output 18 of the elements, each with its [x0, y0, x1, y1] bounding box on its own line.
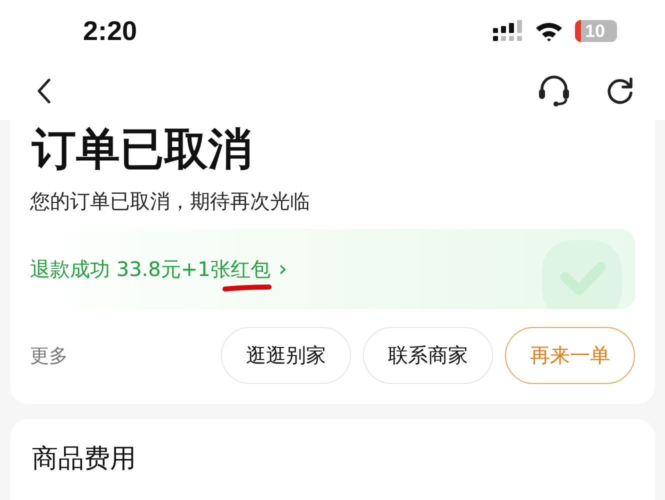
headset-icon[interactable]: [537, 75, 571, 107]
order-status-title: 订单已取消: [30, 123, 253, 177]
battery-icon: 10: [575, 20, 617, 42]
refund-text: 退款成功 33.8元+1张红包: [30, 256, 270, 280]
wifi-icon: [535, 20, 563, 42]
action-button[interactable]: 逛逛别家: [221, 327, 351, 384]
refresh-icon[interactable]: [605, 76, 635, 106]
refund-banner[interactable]: 退款成功 33.8元+1张红包 ›: [30, 229, 635, 309]
signal-icon: [493, 20, 523, 42]
order-status-message: 您的订单已取消，期待再次光临: [30, 188, 311, 215]
section-title: 商品费用: [32, 443, 137, 476]
annotation-underline: [222, 284, 272, 292]
back-icon[interactable]: [36, 78, 52, 104]
action-button[interactable]: 联系商家: [363, 327, 493, 384]
chevron: ›: [278, 256, 288, 282]
more-link[interactable]: 更多: [30, 342, 68, 368]
action-button[interactable]: 再来一单: [505, 327, 635, 384]
status-time: 2:20: [83, 16, 138, 46]
